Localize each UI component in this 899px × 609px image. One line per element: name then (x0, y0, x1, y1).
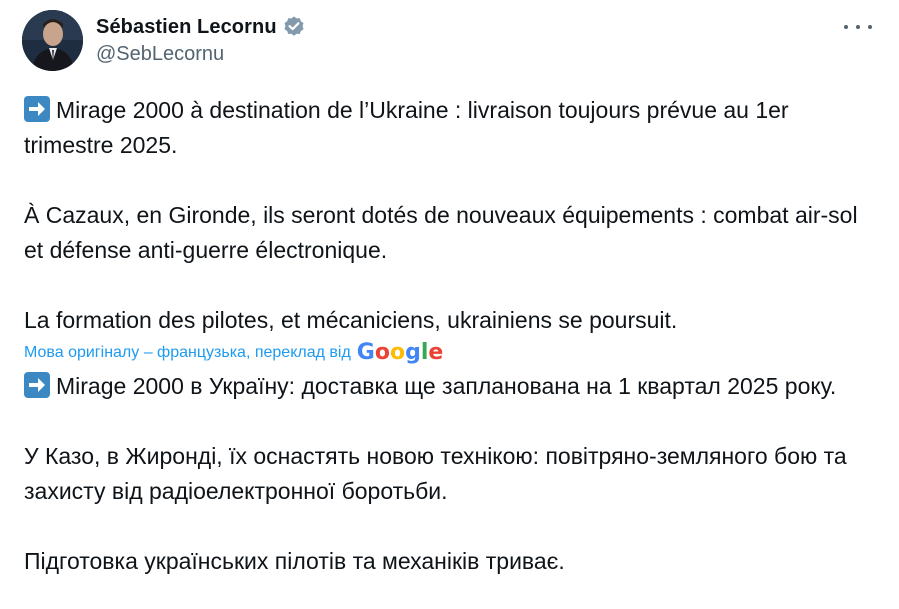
right-arrow-emoji-icon (24, 96, 50, 122)
verified-badge-icon (284, 16, 304, 36)
translated-paragraph-1: Mirage 2000 в Україну: доставка ще запла… (24, 369, 874, 404)
google-logo: Google (356, 339, 444, 365)
translated-paragraph-3: Підготовка українських пілотів та механі… (24, 548, 565, 574)
original-paragraph-1: Mirage 2000 à destination de l’Ukraine :… (24, 96, 789, 158)
translated-paragraph-2: У Казо, в Жиронді, їх оснастять новою те… (24, 443, 847, 504)
author-names: Sébastien Lecornu @SebLecornu (96, 14, 306, 66)
tweet: Sébastien Lecornu @SebLecornu Mirage 200… (0, 0, 899, 609)
avatar[interactable] (22, 10, 83, 71)
translation-notice[interactable]: Мова оригіналу – французька, переклад ві… (24, 336, 874, 368)
original-paragraph-2: À Cazaux, en Gironde, ils seront dotés d… (24, 202, 858, 263)
author-display-name[interactable]: Sébastien Lecornu (96, 16, 277, 39)
translation-notice-text[interactable]: Мова оригіналу – французька, переклад ві… (24, 335, 351, 370)
tweet-body: Mirage 2000 à destination de l’Ukraine :… (24, 93, 874, 579)
right-arrow-emoji-icon (24, 372, 50, 398)
original-paragraph-3: La formation des pilotes, et mécaniciens… (24, 307, 678, 333)
more-options-icon[interactable] (844, 18, 872, 36)
tweet-header: Sébastien Lecornu @SebLecornu (22, 10, 882, 72)
avatar-image (22, 10, 83, 71)
author-handle[interactable]: @SebLecornu (96, 43, 306, 66)
